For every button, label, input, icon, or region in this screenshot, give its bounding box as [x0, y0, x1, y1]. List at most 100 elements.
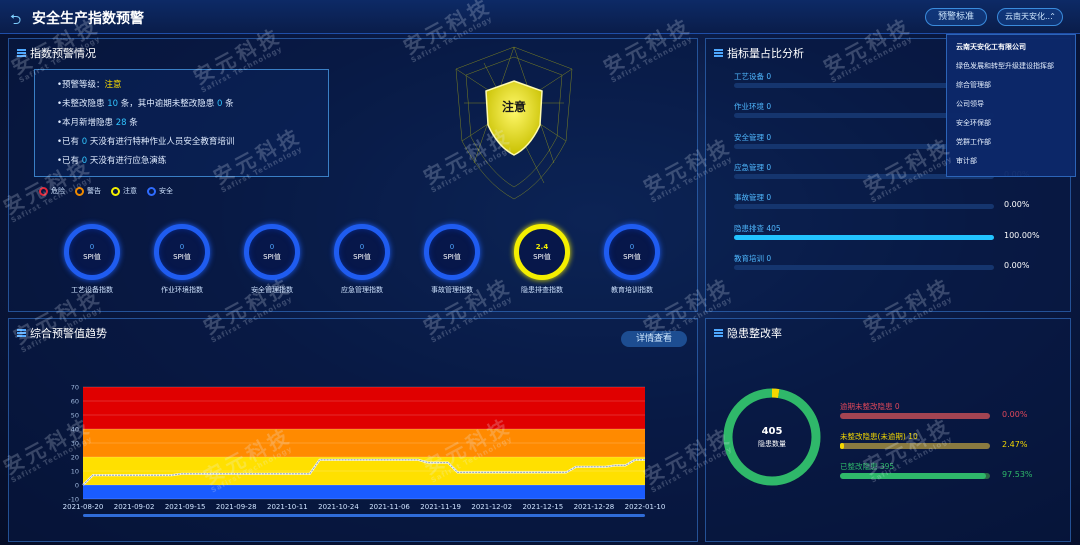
x-tick-label: 2021-11-19 [420, 503, 461, 511]
indicator-track [734, 204, 994, 210]
panel-title-warning: 指数预警情况 [17, 45, 96, 61]
rectify-donut: 405 隐患数量 [720, 385, 824, 489]
rectify-pct: 97.53% [1002, 470, 1033, 479]
legend-item: 警告 [75, 186, 101, 196]
gauge-value: 0 [89, 242, 95, 251]
back-arrow-icon[interactable]: ⮌ [10, 9, 21, 33]
title-bar-icon [17, 49, 26, 58]
warning-band [83, 387, 645, 429]
dropdown-option[interactable]: 综合管理部 [947, 76, 1075, 95]
gauge-ring: 0 SPI值 [334, 224, 390, 280]
gauge-unit: SPI值 [173, 252, 191, 261]
legend-label: 注意 [123, 187, 137, 195]
gauge-label: 作业环境指数 [161, 286, 203, 294]
y-tick-label: 0 [75, 482, 79, 490]
trend-chart: -100102030405060702021-08-20 2021-09-02 20… [63, 384, 666, 517]
legend-item: 安全 [147, 186, 173, 196]
rectify-row: 未整改隐患(未逾期) 10 2.47% [840, 431, 1065, 449]
dropdown-option[interactable]: 云南天安化工有限公司 [947, 38, 1075, 57]
level-legend: 危险 警告 注意 安全 [39, 186, 173, 196]
warning-info-box: •预警等级：注意 •未整改隐患 10 条，其中逾期未整改隐患 0 条 •本月新增… [34, 69, 329, 177]
legend-dot-icon [111, 186, 120, 196]
gauge-ring: 0 SPI值 [424, 224, 480, 280]
indicator-row: 事故管理 0 0.00% [734, 192, 1064, 210]
gauge-unit: SPI值 [263, 252, 281, 261]
panel-title-rectify: 隐患整改率 [714, 325, 782, 341]
warning-level-line: •预警等级：注意 [57, 80, 122, 90]
y-tick-label: 50 [71, 412, 79, 420]
spi-gauge[interactable]: 0 SPI值安全管理指数 [237, 224, 307, 295]
y-tick-label: 20 [71, 454, 79, 462]
dropdown-option[interactable]: 绿色发展和转型升级建设指挥部 [947, 57, 1075, 76]
gauge-ring: 0 SPI值 [154, 224, 210, 280]
panel-title-trend: 综合预警值趋势 [17, 325, 107, 341]
spi-gauge[interactable]: 0 SPI值事故管理指数 [417, 224, 487, 295]
gauge-label: 事故管理指数 [431, 286, 473, 294]
x-tick-label: 2021-12-02 [471, 503, 512, 511]
y-tick-label: 10 [71, 468, 79, 476]
donut-label: 隐患数量 [758, 439, 786, 448]
unrectified-line: •未整改隐患 10 条，其中逾期未整改隐患 0 条 [57, 99, 234, 109]
gauge-unit: SPI值 [83, 252, 101, 261]
page-title: 安全生产指数预警 [32, 11, 144, 27]
spi-gauge[interactable]: 0 SPI值 教育培训指数 [597, 224, 667, 295]
drill-line: •已有 0 天没有进行应急演练 [57, 156, 167, 166]
gauge-value: 0 [359, 242, 365, 251]
dropdown-option[interactable]: 公司领导 [947, 95, 1075, 114]
spi-gauge[interactable]: 2.4 SPI值隐患排查指数 [507, 224, 577, 295]
rectify-name: 未整改隐患(未逾期) 10 [840, 432, 918, 441]
spi-gauge[interactable]: 0 SPI值作业环境指数 [147, 224, 217, 295]
gauge-ring: 0 SPI值 [604, 224, 660, 280]
x-tick-label: 2021-11-06 [369, 503, 410, 511]
y-tick-label: 40 [71, 426, 79, 434]
gauge-ring: 0 SPI值 [244, 224, 300, 280]
rectify-name: 逾期未整改隐患 0 [840, 402, 900, 411]
x-tick-label: 2021-08-20 [63, 503, 104, 511]
y-tick-label: 70 [71, 384, 79, 392]
x-tick-label: 2021-12-15 [522, 503, 563, 511]
legend-dot-icon [75, 186, 84, 196]
gauge-unit: SPI值 [533, 252, 551, 261]
y-tick-label: 30 [71, 440, 79, 448]
rectify-track [840, 443, 990, 449]
header-bar: ⮌ 安全生产指数预警 预警标准 云南天安化... ⌃ [0, 0, 1080, 34]
shield-graphic: 注意 [444, 43, 584, 203]
panel-title-indicator: 指标量占比分析 [714, 45, 804, 61]
spi-gauge[interactable]: 0 SPI值 应急管理指数 [327, 224, 397, 295]
gauge-label: 隐患排查指数 [521, 286, 563, 294]
gauge-value: 0 [629, 242, 635, 251]
legend-item: 注意 [111, 186, 137, 196]
rectify-fill [840, 443, 844, 449]
rectify-pct: 0.00% [1002, 410, 1028, 419]
legend-label: 警告 [87, 187, 101, 195]
company-select[interactable]: 云南天安化... ⌃ [997, 8, 1063, 26]
dropdown-option[interactable]: 审计部 [947, 152, 1075, 171]
indicator-track [734, 234, 994, 240]
legend-dot-icon [147, 186, 156, 196]
indicator-pct: 0.00% [1004, 260, 1030, 270]
indicator-fill [734, 234, 994, 240]
dropdown-option[interactable]: 安全环保部 [947, 114, 1075, 133]
gauge-ring: 2.4 SPI值 [514, 224, 570, 280]
company-select-value: 云南天安化... [1005, 12, 1053, 21]
gauge-label: 安全管理指数 [251, 286, 293, 294]
gauge-value: 0 [449, 242, 455, 251]
rectify-track [840, 473, 990, 479]
chevron-up-icon: ⌃ [1049, 12, 1056, 21]
y-tick-label: 60 [71, 398, 79, 406]
title-bar-icon [17, 329, 26, 338]
company-dropdown: 云南天安化工有限公司 绿色发展和转型升级建设指挥部 综合管理部 公司领导 安全环保部 党群… [946, 34, 1076, 177]
detail-view-button[interactable]: 详情查看 [621, 331, 687, 347]
x-tick-label: 2021-09-02 [114, 503, 155, 511]
rectify-pct: 2.47% [1002, 440, 1028, 449]
dropdown-option[interactable]: 党群工作部 [947, 133, 1075, 152]
legend-label: 危险 [51, 187, 65, 195]
warning-standard-button[interactable]: 预警标准 [925, 8, 987, 26]
gauge-unit: SPI值 [443, 252, 461, 261]
title-bar-icon [714, 49, 723, 58]
legend-item: 危险 [39, 186, 65, 196]
chart-scrollbar[interactable] [83, 514, 645, 517]
spi-gauge[interactable]: 0 SPI值 工艺设备指数 [57, 224, 127, 295]
gauge-value: 2.4 [535, 242, 549, 251]
x-tick-label: 2022-01-10 [625, 503, 666, 511]
